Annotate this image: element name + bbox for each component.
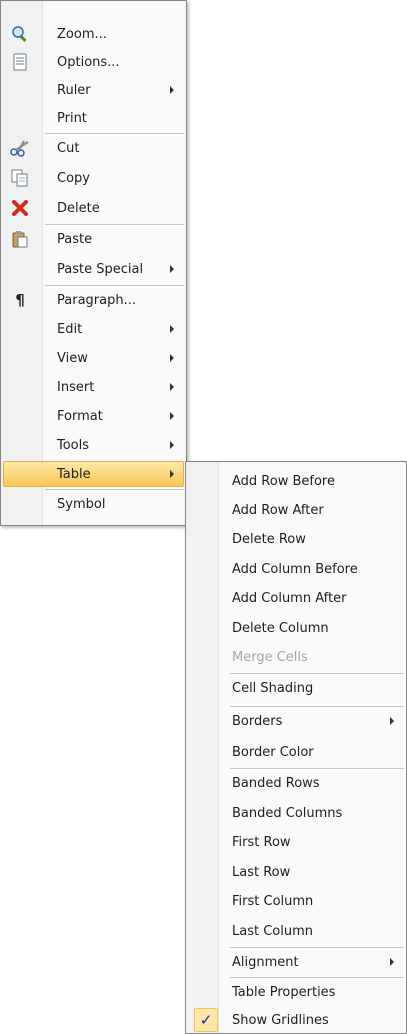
- menu-item-options[interactable]: Options...: [1, 48, 186, 76]
- table-submenu: Add Row Before Add Row After Delete Row …: [185, 461, 407, 1034]
- submenu-item-borders[interactable]: Borders: [186, 706, 406, 735]
- submenu-item-show-gridlines[interactable]: ✓ Show Gridlines: [186, 1006, 406, 1034]
- submenu-item-label: Add Row Before: [232, 473, 335, 489]
- menu-item-label: Tools: [57, 437, 90, 453]
- paste-icon: [9, 228, 31, 250]
- menu-item-label: Delete: [57, 200, 100, 216]
- submenu-item-delete-row[interactable]: Delete Row: [186, 525, 406, 553]
- submenu-arrow-icon: [170, 470, 174, 478]
- menu-item-delete[interactable]: Delete: [1, 194, 186, 222]
- menu-item-tools[interactable]: Tools: [1, 431, 186, 459]
- menu-item-table[interactable]: Table: [1, 460, 186, 488]
- submenu-item-border-color[interactable]: Border Color: [186, 738, 406, 766]
- submenu-item-banded-columns[interactable]: Banded Columns: [186, 799, 406, 827]
- submenu-item-first-column[interactable]: First Column: [186, 887, 406, 915]
- submenu-item-first-row[interactable]: First Row: [186, 828, 406, 856]
- menu-item-cut[interactable]: Cut: [1, 133, 186, 162]
- menu-item-label: Insert: [57, 379, 95, 395]
- menu-item-label: Paragraph...: [57, 292, 136, 308]
- checkmark-icon: ✓: [194, 1008, 218, 1032]
- submenu-item-label: Borders: [232, 713, 283, 729]
- cut-icon: [9, 137, 31, 159]
- submenu-item-last-row[interactable]: Last Row: [186, 858, 406, 886]
- submenu-item-label: Add Column After: [232, 590, 347, 606]
- menu-item-label: Zoom...: [57, 26, 107, 42]
- submenu-arrow-icon: [390, 958, 394, 966]
- submenu-arrow-icon: [170, 86, 174, 94]
- menu-item-paragraph[interactable]: ¶ Paragraph...: [1, 285, 186, 314]
- menu-item-format[interactable]: Format: [1, 402, 186, 430]
- submenu-item-merge-cells: Merge Cells: [186, 643, 406, 671]
- submenu-item-label: Delete Column: [232, 620, 329, 636]
- menu-item-label: View: [57, 350, 88, 366]
- copy-icon: [9, 167, 31, 189]
- submenu-arrow-icon: [170, 412, 174, 420]
- submenu-item-label: Banded Columns: [232, 805, 343, 821]
- menu-item-label: Ruler: [57, 82, 91, 98]
- zoom-icon: [9, 23, 31, 45]
- submenu-item-label: First Column: [232, 893, 314, 909]
- submenu-item-delete-column[interactable]: Delete Column: [186, 614, 406, 642]
- menu-item-label: Edit: [57, 321, 83, 337]
- submenu-item-label: Table Properties: [232, 984, 336, 1000]
- submenu-item-label: Add Column Before: [232, 561, 358, 577]
- menu-item-symbol[interactable]: Symbol: [1, 489, 186, 518]
- submenu-item-table-properties[interactable]: Table Properties: [186, 977, 406, 1006]
- menu-item-label: Format: [57, 408, 103, 424]
- menu-item-label: Options...: [57, 54, 120, 70]
- submenu-item-label: Last Row: [232, 864, 291, 880]
- menu-item-print[interactable]: Print: [1, 104, 186, 132]
- submenu-item-add-row-before[interactable]: Add Row Before: [186, 467, 406, 495]
- submenu-item-label: Add Row After: [232, 502, 324, 518]
- menu-item-ruler[interactable]: Ruler: [1, 76, 186, 104]
- submenu-arrow-icon: [170, 325, 174, 333]
- menu-item-insert[interactable]: Insert: [1, 373, 186, 401]
- menu-item-copy[interactable]: Copy: [1, 164, 186, 192]
- submenu-item-label: Border Color: [232, 744, 314, 760]
- submenu-arrow-icon: [170, 383, 174, 391]
- paragraph-icon: ¶: [15, 291, 25, 309]
- submenu-arrow-icon: [170, 441, 174, 449]
- delete-icon: [9, 197, 31, 219]
- submenu-item-label: Last Column: [232, 923, 313, 939]
- submenu-item-alignment[interactable]: Alignment: [186, 947, 406, 976]
- submenu-arrow-icon: [170, 354, 174, 362]
- submenu-item-label: Show Gridlines: [232, 1012, 329, 1028]
- menu-item-label: Cut: [57, 140, 80, 156]
- submenu-item-add-row-after[interactable]: Add Row After: [186, 496, 406, 524]
- menu-item-edit[interactable]: Edit: [1, 315, 186, 343]
- options-icon: [9, 51, 31, 73]
- menu-item-label: Copy: [57, 170, 90, 186]
- submenu-item-add-column-before[interactable]: Add Column Before: [186, 555, 406, 583]
- submenu-item-label: Cell Shading: [232, 680, 314, 696]
- submenu-item-banded-rows[interactable]: Banded Rows: [186, 768, 406, 797]
- menu-item-zoom[interactable]: Zoom...: [1, 20, 186, 48]
- submenu-item-add-column-after[interactable]: Add Column After: [186, 584, 406, 612]
- context-menu: Zoom... Options... Ruler Print Cut Copy …: [0, 0, 187, 526]
- submenu-item-label: Banded Rows: [232, 775, 320, 791]
- submenu-item-label: First Row: [232, 834, 291, 850]
- menu-item-paste-special[interactable]: Paste Special: [1, 255, 186, 283]
- submenu-item-cell-shading[interactable]: Cell Shading: [186, 673, 406, 702]
- highlight-box: [3, 461, 184, 487]
- submenu-item-label: Delete Row: [232, 531, 306, 547]
- submenu-arrow-icon: [170, 265, 174, 273]
- menu-item-label: Symbol: [57, 496, 106, 512]
- submenu-item-label: Alignment: [232, 954, 299, 970]
- menu-item-label: Paste: [57, 231, 93, 247]
- menu-item-label: Print: [57, 110, 87, 126]
- submenu-item-label: Merge Cells: [232, 649, 308, 665]
- menu-item-label: Table: [57, 466, 91, 482]
- menu-item-paste[interactable]: Paste: [1, 224, 186, 253]
- menu-item-label: Paste Special: [57, 261, 144, 277]
- menu-item-view[interactable]: View: [1, 344, 186, 372]
- submenu-item-last-column[interactable]: Last Column: [186, 917, 406, 945]
- submenu-arrow-icon: [390, 717, 394, 725]
